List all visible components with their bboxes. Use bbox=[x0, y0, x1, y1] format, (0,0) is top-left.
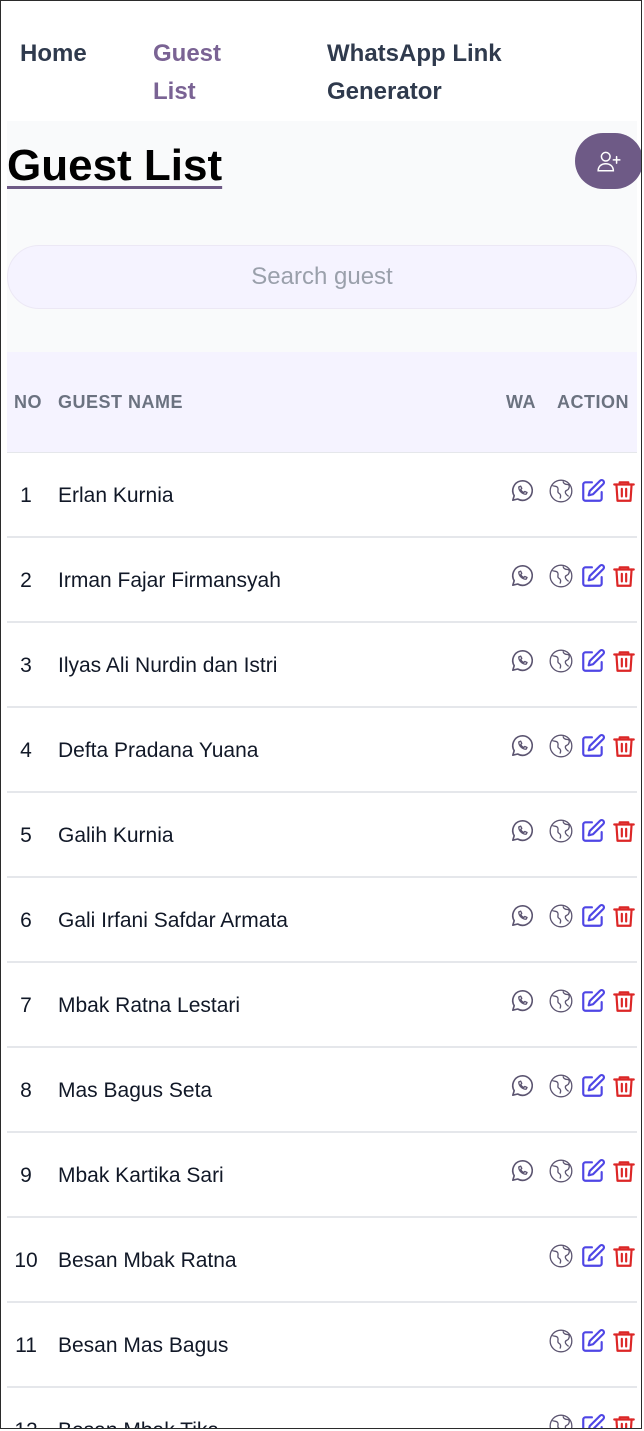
globe-icon[interactable] bbox=[548, 1243, 574, 1269]
edit-icon[interactable] bbox=[580, 1243, 606, 1269]
globe-icon[interactable] bbox=[548, 733, 574, 759]
row-number: 2 bbox=[20, 569, 32, 592]
trash-icon[interactable] bbox=[611, 988, 637, 1014]
table-row: 6 Gali Irfani Safdar Armata bbox=[7, 878, 637, 963]
globe-icon[interactable] bbox=[548, 563, 574, 589]
edit-icon[interactable] bbox=[580, 648, 606, 674]
whatsapp-icon[interactable] bbox=[509, 818, 535, 844]
globe-icon[interactable] bbox=[548, 478, 574, 504]
whatsapp-icon[interactable] bbox=[509, 1158, 535, 1184]
trash-icon[interactable] bbox=[611, 733, 637, 759]
trash-icon[interactable] bbox=[611, 563, 637, 589]
row-number: 5 bbox=[20, 824, 32, 847]
globe-icon[interactable] bbox=[548, 988, 574, 1014]
trash-icon[interactable] bbox=[611, 1158, 637, 1184]
table-row: 2 Irman Fajar Firmansyah bbox=[7, 538, 637, 623]
top-nav: Home Guest List WhatsApp Link Generator bbox=[1, 1, 641, 121]
guest-name: Mbak Kartika Sari bbox=[58, 1164, 224, 1187]
edit-icon[interactable] bbox=[580, 818, 606, 844]
globe-icon[interactable] bbox=[548, 1328, 574, 1354]
guest-name: Besan Mbak Ratna bbox=[58, 1249, 237, 1272]
trash-icon[interactable] bbox=[611, 648, 637, 674]
header-no: NO bbox=[14, 392, 42, 412]
whatsapp-icon[interactable] bbox=[509, 478, 535, 504]
edit-icon[interactable] bbox=[580, 1158, 606, 1184]
guest-name: Gali Irfani Safdar Armata bbox=[58, 909, 288, 932]
row-number: 11 bbox=[15, 1334, 37, 1357]
app-frame: Home Guest List WhatsApp Link Generator … bbox=[0, 0, 642, 1429]
guest-name: Defta Pradana Yuana bbox=[58, 739, 259, 762]
globe-icon[interactable] bbox=[548, 818, 574, 844]
whatsapp-icon[interactable] bbox=[509, 903, 535, 929]
guest-name: Mas Bagus Seta bbox=[58, 1079, 213, 1102]
header-action: ACTION bbox=[557, 392, 629, 412]
guest-name: Ilyas Ali Nurdin dan Istri bbox=[58, 654, 278, 677]
main-content: Guest List NO GUEST NAME WA ACTION 1 Erla… bbox=[7, 121, 641, 1428]
globe-icon[interactable] bbox=[548, 1413, 574, 1428]
trash-icon[interactable] bbox=[611, 1243, 637, 1269]
edit-icon[interactable] bbox=[580, 563, 606, 589]
edit-icon[interactable] bbox=[580, 1328, 606, 1354]
globe-icon[interactable] bbox=[548, 1158, 574, 1184]
row-number: 4 bbox=[20, 739, 32, 762]
whatsapp-icon[interactable] bbox=[509, 1073, 535, 1099]
user-plus-icon bbox=[597, 151, 621, 172]
edit-icon[interactable] bbox=[580, 988, 606, 1014]
guest-name: Besan Mbak Tika bbox=[58, 1419, 219, 1428]
edit-icon[interactable] bbox=[580, 1073, 606, 1099]
whatsapp-icon[interactable] bbox=[509, 733, 535, 759]
row-number: 6 bbox=[20, 909, 32, 932]
table-row: 1 Erlan Kurnia bbox=[7, 453, 637, 538]
guest-name: Besan Mas Bagus bbox=[58, 1334, 229, 1357]
table-row: 8 Mas Bagus Seta bbox=[7, 1048, 637, 1133]
row-number: 1 bbox=[20, 484, 32, 507]
page-title: Guest List bbox=[7, 141, 223, 190]
edit-icon[interactable] bbox=[580, 1413, 606, 1428]
row-number: 8 bbox=[20, 1079, 32, 1102]
globe-icon[interactable] bbox=[548, 903, 574, 929]
globe-icon[interactable] bbox=[548, 648, 574, 674]
row-number: 10 bbox=[14, 1249, 38, 1272]
whatsapp-icon[interactable] bbox=[509, 563, 535, 589]
guest-name: Erlan Kurnia bbox=[58, 484, 174, 507]
edit-icon[interactable] bbox=[580, 733, 606, 759]
edit-icon[interactable] bbox=[580, 903, 606, 929]
row-number: 7 bbox=[20, 994, 32, 1017]
nav-home-link[interactable]: Home bbox=[20, 35, 87, 73]
nav-guest-list-link[interactable]: Guest List bbox=[153, 35, 243, 111]
whatsapp-icon[interactable] bbox=[509, 988, 535, 1014]
guest-name: Irman Fajar Firmansyah bbox=[58, 569, 281, 592]
table-row: 9 Mbak Kartika Sari bbox=[7, 1133, 637, 1218]
row-number: 3 bbox=[20, 654, 32, 677]
search-input[interactable] bbox=[7, 245, 637, 309]
guest-name: Galih Kurnia bbox=[58, 824, 174, 847]
trash-icon[interactable] bbox=[611, 818, 637, 844]
whatsapp-icon[interactable] bbox=[509, 648, 535, 674]
table-row: 7 Mbak Ratna Lestari bbox=[7, 963, 637, 1048]
guest-name: Mbak Ratna Lestari bbox=[58, 994, 241, 1017]
header-guest-name: GUEST NAME bbox=[58, 392, 184, 412]
trash-icon[interactable] bbox=[611, 903, 637, 929]
row-number: 9 bbox=[20, 1164, 32, 1187]
globe-icon[interactable] bbox=[548, 1073, 574, 1099]
trash-icon[interactable] bbox=[611, 1413, 637, 1428]
nav-whatsapp-generator-link[interactable]: WhatsApp Link Generator bbox=[327, 35, 557, 111]
trash-icon[interactable] bbox=[611, 1328, 637, 1354]
table-body: 1 Erlan Kurnia 2 Irman Fajar Firmansyah 3 Ily… bbox=[7, 453, 637, 1428]
header-wa: WA bbox=[506, 392, 536, 412]
table-row: 12 Besan Mbak Tika bbox=[7, 1388, 637, 1428]
trash-icon[interactable] bbox=[611, 478, 637, 504]
guest-table: NO GUEST NAME WA ACTION 1 Erlan Kurnia 2 Ir… bbox=[7, 352, 637, 1428]
table-row: 5 Galih Kurnia bbox=[7, 793, 637, 878]
table-row: 11 Besan Mas Bagus bbox=[7, 1303, 637, 1388]
trash-icon[interactable] bbox=[611, 1073, 637, 1099]
add-guest-button[interactable] bbox=[575, 133, 641, 189]
table-row: 10 Besan Mbak Ratna bbox=[7, 1218, 637, 1303]
table-header: NO GUEST NAME WA ACTION bbox=[7, 352, 637, 453]
table-row: 4 Defta Pradana Yuana bbox=[7, 708, 637, 793]
row-number: 12 bbox=[7, 1419, 45, 1428]
table-row: 3 Ilyas Ali Nurdin dan Istri bbox=[7, 623, 637, 708]
edit-icon[interactable] bbox=[580, 478, 606, 504]
